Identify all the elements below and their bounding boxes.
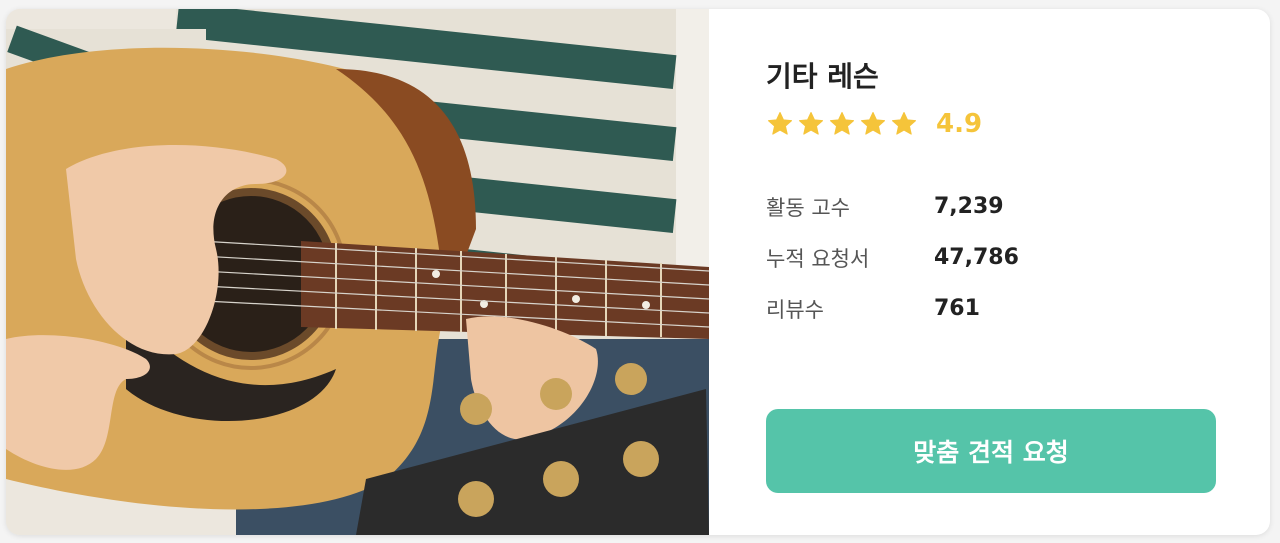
stat-row-total-requests: 누적 요청서 47,786 [766, 232, 1019, 283]
stat-label: 리뷰수 [766, 297, 824, 322]
stat-value: 47,786 [934, 245, 1019, 270]
request-quote-button[interactable]: 맞춤 견적 요청 [766, 409, 1216, 493]
star-icon [891, 111, 917, 135]
star-icon [767, 111, 793, 135]
stats-list: 활동 고수 7,239 누적 요청서 47,786 리뷰수 761 [766, 181, 1019, 334]
star-rating [766, 110, 918, 138]
guitar-lesson-photo [6, 9, 709, 535]
stat-row-active-pros: 활동 고수 7,239 [766, 181, 1019, 232]
service-info: 기타 레슨 4.9 활동 고수 7,239 누적 요청서 47,786 리뷰수 … [766, 9, 1216, 535]
stat-value: 7,239 [934, 194, 1004, 219]
service-card: 기타 레슨 4.9 활동 고수 7,239 누적 요청서 47,786 리뷰수 … [6, 9, 1270, 535]
service-title: 기타 레슨 [766, 60, 879, 93]
stat-value: 761 [934, 296, 980, 321]
star-icon [829, 111, 855, 135]
stat-label: 누적 요청서 [766, 246, 870, 271]
stat-row-reviews: 리뷰수 761 [766, 283, 1019, 334]
star-icon [798, 111, 824, 135]
rating-value: 4.9 [936, 109, 983, 139]
rating: 4.9 [766, 109, 982, 139]
star-icon [860, 111, 886, 135]
stat-label: 활동 고수 [766, 195, 850, 220]
